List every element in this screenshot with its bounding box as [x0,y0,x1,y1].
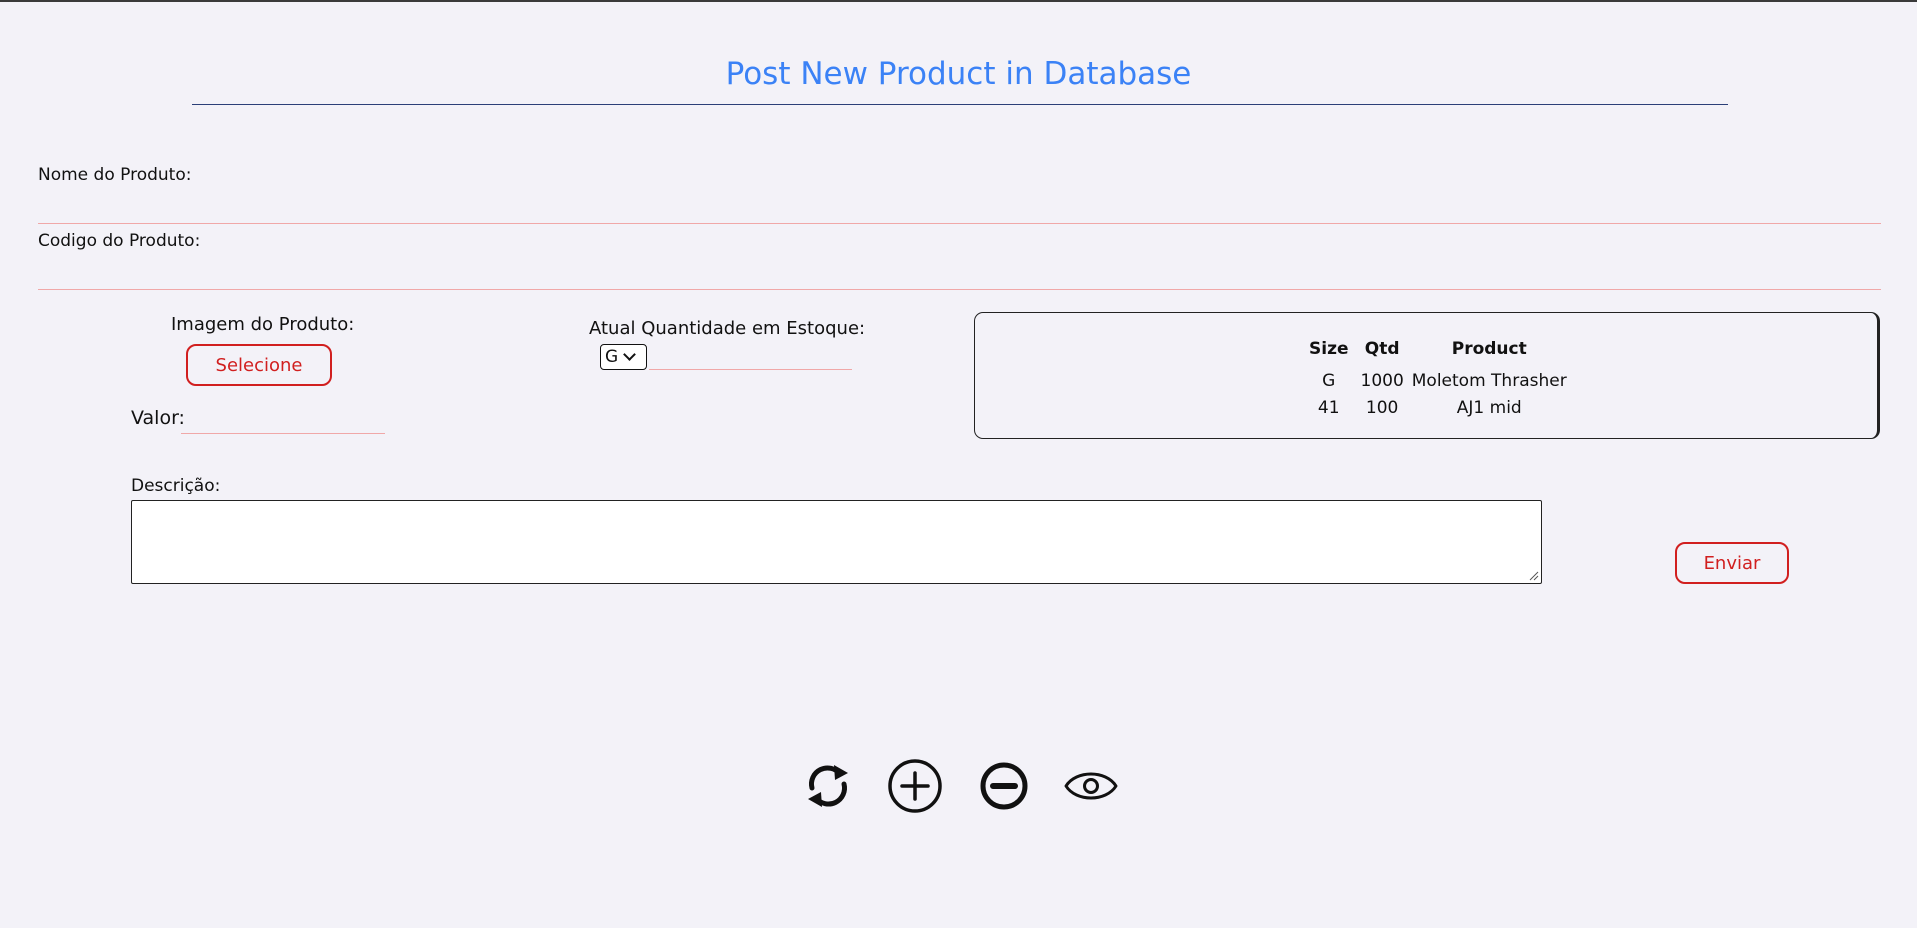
product-code-input[interactable] [38,261,1881,290]
submit-button[interactable]: Enviar [1675,542,1789,584]
product-name-input[interactable] [38,195,1881,224]
table-row: 41 100 AJ1 mid [1301,396,1571,423]
page-title: Post New Product in Database [725,56,1192,92]
size-select[interactable]: G [600,344,647,370]
title-divider [192,104,1728,105]
column-header-product: Product [1451,339,1527,359]
eye-icon [1064,772,1118,800]
minus-circle-icon [980,762,1028,810]
refresh-button[interactable] [800,758,856,814]
product-image-label: Imagem do Produto: [171,314,355,335]
product-code-label: Codigo do Produto: [38,231,201,251]
chevron-down-icon [623,348,637,361]
product-name-label: Nome do Produto: [38,165,192,185]
stock-table-header-row: Size Qtd Product [1301,335,1571,369]
stock-table-panel: Size Qtd Product G 1000 Moletom Thrasher… [974,312,1880,439]
cell-size: G [1322,371,1336,391]
column-header-size: Size [1309,339,1349,359]
select-image-button[interactable]: Selecione [186,344,332,386]
description-label: Descrição: [131,476,221,496]
description-textarea[interactable] [131,500,1542,584]
cell-product: AJ1 mid [1456,398,1522,418]
stock-quantity-input[interactable] [649,344,852,370]
column-header-qtd: Qtd [1364,339,1400,359]
stock-quantity-label: Atual Quantidade em Estoque: [589,318,866,339]
cell-qtd: 100 [1365,398,1399,418]
plus-circle-icon [888,759,942,813]
view-button[interactable] [1063,758,1119,814]
add-button[interactable] [887,758,943,814]
stock-table: Size Qtd Product G 1000 Moletom Thrasher… [1301,335,1571,423]
remove-button[interactable] [976,758,1032,814]
resize-handle-icon[interactable] [1529,571,1539,581]
size-select-value: G [605,347,619,367]
price-input[interactable] [181,407,385,434]
cell-size: 41 [1317,398,1340,418]
refresh-icon [808,765,848,807]
price-label: Valor: [131,407,185,429]
cell-qtd: 1000 [1360,371,1404,391]
table-row: G 1000 Moletom Thrasher [1301,369,1571,396]
cell-product: Moletom Thrasher [1411,371,1567,391]
